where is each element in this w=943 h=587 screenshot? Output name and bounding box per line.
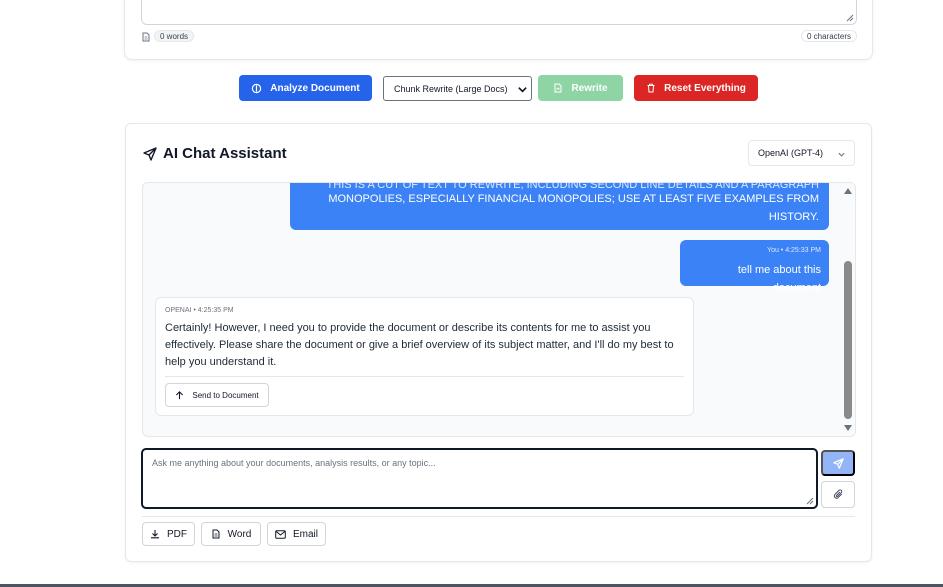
chat-card: AI Chat Assistant OpenAI (GPT-4) THIS IS… [125,123,872,562]
chat-input[interactable]: Ask me anything about your documents, an… [141,448,818,509]
word-count-badge: 0 words [154,30,195,42]
word-file-icon [212,529,220,539]
export-pdf-label: PDF [167,528,187,540]
page: 0 words 0 characters Analyze Document Ch… [0,0,943,587]
scrollbar[interactable] [841,183,855,436]
model-select[interactable]: OpenAI (GPT-4) [748,140,855,166]
analyze-document-button[interactable]: Analyze Document [239,75,372,101]
assistant-message: OPENAI • 4:25:35 PM Certainly! However, … [155,297,694,416]
export-email-button[interactable]: Email [267,522,326,546]
chat-title: AI Chat Assistant [143,145,287,162]
send-to-document-button[interactable]: Send to Document [165,383,269,407]
mail-icon [275,529,286,539]
chevron-down-icon [838,152,845,157]
paperclip-icon [833,489,842,499]
divider [165,376,684,377]
user-message: You • 4:25:33 PM tell me about this docu… [680,240,829,294]
document-textarea[interactable] [141,0,857,25]
send-icon [832,457,844,469]
scroll-up-arrow-icon[interactable] [844,188,852,194]
analyze-icon [252,83,262,93]
send-icon [143,146,157,161]
scrollbar-thumb[interactable] [844,261,852,419]
editor-card: 0 words 0 characters [124,0,873,60]
stats-row: 0 words 0 characters [141,30,857,44]
message-meta: You • 4:25:33 PM [767,247,821,254]
reset-everything-label: Reset Everything [664,82,746,94]
char-count-badge: 0 characters [800,30,857,42]
rewrite-doc-icon [554,83,562,93]
message-list[interactable]: THIS IS A CUT OF TEXT TO REWRITE, INCLUD… [142,182,856,437]
analyze-document-label: Analyze Document [270,82,360,94]
attach-file-button[interactable] [821,481,855,508]
send-message-button[interactable] [821,450,855,476]
chat-title-text: AI Chat Assistant [163,145,287,162]
arrow-up-icon [176,390,184,399]
rewrite-mode-value: Chunk Rewrite (Large Docs) [394,83,508,94]
message-meta: OPENAI • 4:25:35 PM [165,307,234,314]
export-pdf-button[interactable]: PDF [142,522,195,546]
export-word-label: Word [227,528,252,540]
chat-input-placeholder: Ask me anything about your documents, an… [152,458,436,468]
message-text: MONOPOLIES, ESPECIALLY FINANCIAL MONOPOL… [328,193,819,223]
divider [142,516,855,517]
download-icon [151,530,159,539]
scroll-down-arrow-icon[interactable] [844,425,852,431]
reset-everything-button[interactable]: Reset Everything [634,75,758,101]
rewrite-mode-select[interactable]: Chunk Rewrite (Large Docs) [383,76,532,101]
message-text: tell me about this document [737,264,821,294]
export-email-label: Email [292,528,318,540]
export-word-button[interactable]: Word [201,522,261,546]
document-icon [142,32,150,42]
trash-icon [647,83,655,93]
message-text: Certainly! However, I need you to provid… [165,322,674,368]
send-to-document-label: Send to Document [192,390,259,400]
rewrite-label: Rewrite [571,82,608,94]
rewrite-button[interactable]: Rewrite [538,75,623,101]
user-message: THIS IS A CUT OF TEXT TO REWRITE, INCLUD… [290,182,829,230]
resize-grip-icon[interactable] [806,497,814,505]
chevron-down-icon [518,87,527,93]
model-select-value: OpenAI (GPT-4) [758,148,824,158]
resize-grip-icon[interactable] [846,14,854,22]
message-text-cut: THIS IS A CUT OF TEXT TO REWRITE, INCLUD… [326,182,819,190]
